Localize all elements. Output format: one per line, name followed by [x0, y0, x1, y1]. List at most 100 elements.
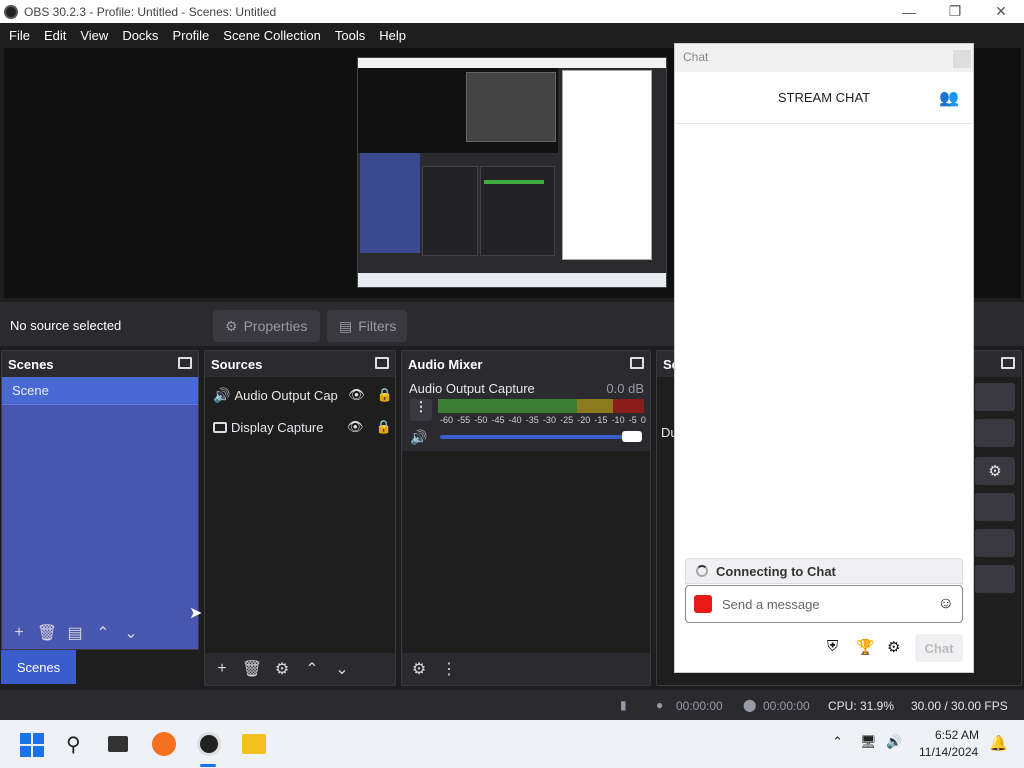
speaker-icon[interactable]: 🔊	[410, 429, 427, 446]
sources-dock: Sources 🔊 Audio Output Cap 👁 🔒 Display C…	[204, 350, 396, 686]
source-label: Display Capture	[231, 419, 324, 435]
trash-icon[interactable]: 🗑	[37, 624, 57, 642]
speaker-icon: 🔊	[213, 386, 231, 403]
volume-meter	[438, 399, 644, 413]
gear-icon[interactable]: ⚙	[887, 638, 900, 656]
eye-icon[interactable]: 👁	[348, 387, 365, 403]
status-bar: ▮ ● 00:00:00 ⬤ 00:00:00 CPU: 31.9% 30.00…	[0, 690, 1024, 720]
menu-dots-icon[interactable]: ⋮	[440, 660, 458, 678]
lock-icon[interactable]: 🔒	[377, 387, 393, 403]
undock-icon[interactable]	[1001, 357, 1015, 369]
maximize-button[interactable]: ❐	[932, 0, 978, 23]
filters-button[interactable]: ▤ Filters	[327, 310, 407, 342]
menu-profile[interactable]: Profile	[165, 28, 216, 43]
source-item[interactable]: Display Capture 👁 🔒	[213, 415, 393, 439]
search-icon[interactable]: ⚲	[66, 732, 81, 757]
shield-icon[interactable]: ⛨	[827, 638, 838, 655]
gear-icon[interactable]: ⚙	[975, 457, 1015, 485]
filters-label: Filters	[358, 318, 397, 334]
add-source-icon[interactable]: +	[213, 660, 231, 678]
channel-menu-icon[interactable]: ⋮	[410, 399, 432, 421]
chat-window-title: Chat	[683, 50, 709, 64]
volume-icon[interactable]: 🔊	[886, 734, 902, 750]
move-up-icon[interactable]: ⌃	[303, 660, 321, 678]
control-button[interactable]	[975, 419, 1015, 447]
add-scene-icon[interactable]: +	[10, 624, 28, 642]
menu-edit[interactable]: Edit	[37, 28, 73, 43]
undock-icon[interactable]	[630, 357, 644, 369]
firefox-icon[interactable]	[152, 732, 176, 756]
filter-icon: ▤	[339, 317, 353, 334]
no-source-label: No source selected	[10, 318, 122, 333]
notification-bell-icon[interactable]: 🔔	[989, 734, 1008, 752]
scene-item[interactable]: Scene	[2, 377, 198, 405]
emoji-icon[interactable]: ☺	[938, 595, 954, 613]
chat-status-banner: Connecting to Chat	[685, 558, 963, 584]
chat-send-button[interactable]: Chat	[915, 634, 963, 662]
gear-icon[interactable]: ⚙	[273, 660, 291, 678]
chat-status-text: Connecting to Chat	[716, 563, 836, 579]
camera-icon[interactable]	[694, 595, 712, 613]
file-explorer-icon[interactable]	[242, 734, 266, 754]
scene-filters-icon[interactable]: ▤	[66, 624, 84, 642]
menu-view[interactable]: View	[73, 28, 115, 43]
chat-header: STREAM CHAT 👥	[675, 72, 973, 124]
lock-icon[interactable]: 🔒	[376, 419, 392, 435]
chat-window-titlebar: Chat	[675, 44, 973, 72]
monitor-icon	[213, 421, 227, 433]
preview-capture-image	[357, 57, 667, 288]
audio-mixer-header: Audio Mixer	[402, 351, 650, 377]
clock-time[interactable]: 6:52 AM	[935, 728, 979, 742]
control-button[interactable]	[975, 493, 1015, 521]
sources-title: Sources	[211, 356, 263, 372]
gear-icon[interactable]: ⚙	[410, 660, 428, 678]
menu-scene-collection[interactable]: Scene Collection	[216, 28, 328, 43]
mixer-toolbar: ⚙ ⋮	[402, 653, 650, 685]
spinner-icon	[696, 565, 708, 577]
windows-start-icon[interactable]	[20, 733, 44, 757]
scene-item-label: Scene	[12, 383, 49, 398]
record-time: 00:00:00	[763, 699, 810, 713]
network-icon[interactable]: 🖥	[860, 734, 877, 750]
control-button[interactable]	[975, 383, 1015, 411]
scene-list: Scene	[2, 377, 198, 617]
window-title: OBS 30.2.3 - Profile: Untitled - Scenes:…	[24, 4, 277, 19]
obs-icon[interactable]	[197, 732, 221, 756]
scenes-tab-label: Scenes	[16, 659, 61, 675]
scenes-tab[interactable]: Scenes	[1, 650, 76, 684]
eye-icon[interactable]: 👁	[347, 419, 364, 435]
gear-icon: ⚙	[225, 317, 238, 334]
undock-icon[interactable]	[178, 357, 192, 369]
obs-logo-icon	[4, 4, 18, 19]
move-up-icon[interactable]: ⌃	[94, 624, 112, 642]
menu-file[interactable]: File	[2, 28, 37, 43]
chevron-up-icon[interactable]: ⌃	[832, 734, 843, 750]
properties-button[interactable]: ⚙ Properties	[213, 310, 320, 342]
control-button[interactable]	[975, 565, 1015, 593]
chat-message-input[interactable]: Send a message ☺	[685, 585, 963, 623]
task-view-icon[interactable]	[108, 736, 128, 752]
users-icon[interactable]: 👥	[939, 88, 959, 108]
chat-close-button[interactable]	[953, 50, 971, 68]
control-button[interactable]	[975, 529, 1015, 557]
volume-slider[interactable]	[440, 435, 630, 439]
clock-date[interactable]: 11/14/2024	[919, 745, 978, 759]
move-down-icon[interactable]: ⌄	[333, 660, 351, 678]
trash-icon[interactable]: 🗑	[242, 660, 262, 678]
move-down-icon[interactable]: ⌄	[122, 624, 140, 642]
source-item[interactable]: 🔊 Audio Output Cap 👁 🔒	[213, 383, 393, 407]
undock-icon[interactable]	[375, 357, 389, 369]
menu-help[interactable]: Help	[372, 28, 413, 43]
trophy-icon[interactable]: 🏆	[856, 638, 875, 656]
mouse-cursor-icon: ➤	[189, 605, 203, 622]
menu-tools[interactable]: Tools	[328, 28, 372, 43]
volume-slider-handle[interactable]	[622, 431, 642, 442]
close-button[interactable]: ✕	[978, 0, 1024, 23]
menu-docks[interactable]: Docks	[115, 28, 165, 43]
channel-name: Audio Output Capture	[409, 381, 535, 396]
chat-window: Chat STREAM CHAT 👥 Connecting to Chat Se…	[674, 43, 974, 673]
source-label: Audio Output Cap	[234, 387, 338, 403]
scenes-toolbar: + 🗑 ▤ ⌃ ⌄	[2, 617, 198, 649]
minimize-button[interactable]: —	[886, 0, 932, 23]
scenes-title: Scenes	[8, 356, 54, 372]
